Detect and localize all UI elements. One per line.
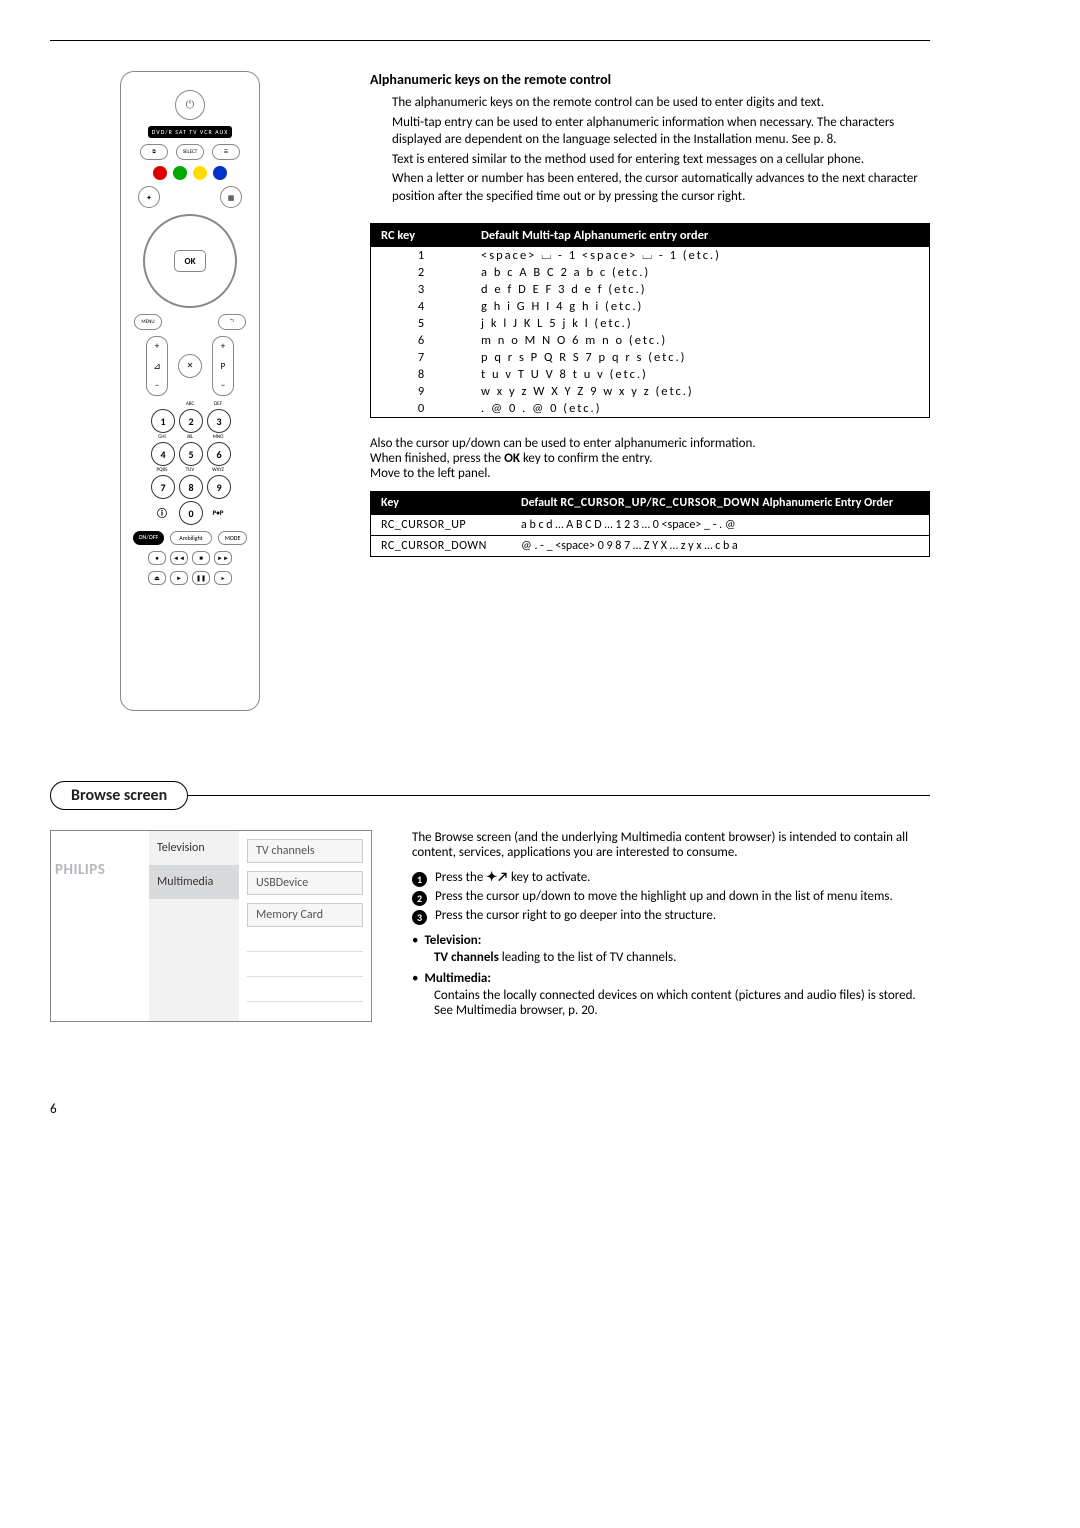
onoff-button: ON/OFF: [133, 531, 165, 545]
fwd-icon: ►►: [214, 551, 232, 565]
mid-p2: When finished, press the OK key to confi…: [370, 451, 930, 466]
red-key: [153, 166, 167, 180]
browse-intro: The Browse screen (and the underlying Mu…: [412, 830, 930, 860]
eject-icon: ⏏: [148, 571, 166, 585]
yellow-key: [193, 166, 207, 180]
mid-p3: Move to the left panel.: [370, 466, 930, 481]
mode-button: MODE: [218, 531, 248, 545]
browse-step-1: 1 Press the ✦↗ key to activate.: [412, 870, 930, 887]
nav-wheel: OK: [143, 214, 237, 308]
info-button: ⓘ: [151, 501, 173, 523]
page-number: 6: [50, 1102, 930, 1117]
key-6: 6: [207, 442, 231, 466]
blue-key: [213, 166, 227, 180]
browse-bullet-tv: •Television:: [412, 933, 930, 948]
step-num-1: 1: [412, 872, 427, 887]
philips-logo: PHILIPS: [55, 861, 105, 879]
pip-button: P•P: [207, 501, 229, 523]
alpha-p4: When a letter or number has been entered…: [392, 170, 930, 205]
browse-mm-body: Contains the locally connected devices o…: [434, 988, 930, 1018]
menu-button: MENU: [134, 314, 162, 330]
rc-row: 3d e f D E F 3 d e f (etc.): [371, 281, 930, 298]
cursor-row: RC_CURSOR_UPa b c d … A B C D … 1 2 3 … …: [371, 515, 930, 536]
ok-button: OK: [174, 250, 206, 272]
mute-icon: ✕: [178, 354, 202, 378]
select-button: SELECT: [176, 144, 204, 160]
alpha-p3: Text is entered similar to the method us…: [392, 151, 930, 169]
browse-heading: Browse screen: [50, 781, 188, 810]
ambilight-button: Ambilight: [170, 531, 211, 545]
rc-head-key: RC key: [371, 224, 472, 248]
exit-button: ⮌: [218, 314, 246, 330]
cursor-table: Key Default RC_CURSOR_UP/RC_CURSOR_DOWN …: [370, 491, 930, 557]
key-2: 2: [179, 409, 203, 433]
step-num-2: 2: [412, 891, 427, 906]
rc-multitap-table: RC key Default Multi-tap Alphanumeric en…: [370, 223, 930, 418]
key-7: 7: [151, 475, 175, 499]
browse-step-2: 2 Press the cursor up/down to move the h…: [412, 889, 930, 906]
rc-row: 2a b c A B C 2 a b c (etc.): [371, 264, 930, 281]
rc-row: 5j k l J K L 5 j k l (etc.): [371, 315, 930, 332]
program-rocker: +P−: [212, 336, 234, 396]
record-icon: ●: [148, 551, 166, 565]
browse-left-television: Television: [149, 831, 239, 865]
rc-row: 1<space> ⌴ - 1 <space> ⌴ - 1 (etc.): [371, 247, 930, 264]
step-num-3: 3: [412, 910, 427, 925]
pause-icon: ❚❚: [192, 571, 210, 585]
teletext-button: ☰: [212, 144, 240, 160]
alpha-section-title: Alphanumeric keys on the remote control: [370, 71, 930, 88]
key-5: 5: [179, 442, 203, 466]
rewind-icon: ◄◄: [170, 551, 188, 565]
rc-row: 6m n o M N O 6 m n o (etc.): [371, 332, 930, 349]
browse-screen-diagram: PHILIPS Television Multimedia TV channel…: [50, 830, 372, 1022]
key-3: 3: [207, 409, 231, 433]
rc-row: 9w x y z W X Y Z 9 w x y z (etc.): [371, 383, 930, 400]
stop-icon: ■: [192, 551, 210, 565]
guide-icon: ▦: [220, 186, 242, 208]
cursor-row: RC_CURSOR_DOWN@ . - _ <space> 0 9 8 7 … …: [371, 536, 930, 557]
rc-row: 7p q r s P Q R S 7 p q r s (etc.): [371, 349, 930, 366]
remote-control-diagram: ⏻ DVD/R SAT TV VCR AUX ⧉ SELECT ☰ ✦ ▦: [120, 71, 260, 711]
volume-rocker: +⊿−: [146, 336, 168, 396]
browse-tv-body: TV channels leading to the list of TV ch…: [434, 950, 930, 965]
key-8: 8: [179, 475, 203, 499]
power-icon: ⏻: [175, 90, 205, 120]
rc-head-order: Default Multi-tap Alphanumeric entry ord…: [471, 224, 930, 248]
rc-row: 4g h i G H I 4 g h i (etc.): [371, 298, 930, 315]
browse-right-usbdevice: USBDevice: [247, 871, 363, 895]
browse-right-memorycard: Memory Card: [247, 903, 363, 927]
cursor-head-order: Default RC_CURSOR_UP/RC_CURSOR_DOWN Alph…: [511, 492, 930, 515]
rc-row: 8t u v T U V 8 t u v (etc.): [371, 366, 930, 383]
browse-right-tvchannels: TV channels: [247, 839, 363, 863]
browse-step-3: 3 Press the cursor right to go deeper in…: [412, 908, 930, 925]
key-9: 9: [207, 475, 231, 499]
alpha-p2: Multi-tap entry can be used to enter alp…: [392, 114, 930, 149]
source-button: ⧉: [140, 144, 168, 160]
mid-p1: Also the cursor up/down can be used to e…: [370, 436, 930, 451]
key-4: 4: [151, 442, 175, 466]
browse-key-icon: ✦↗: [486, 870, 508, 885]
play-icon: ►: [170, 571, 188, 585]
next-icon: ▸: [214, 571, 232, 585]
alpha-p1: The alphanumeric keys on the remote cont…: [392, 94, 930, 112]
rc-row: 0. @ 0 . @ 0 (etc.): [371, 400, 930, 418]
cursor-head-key: Key: [371, 492, 512, 515]
browse-left-multimedia: Multimedia: [149, 865, 239, 899]
mode-bar: DVD/R SAT TV VCR AUX: [148, 126, 233, 138]
browse-icon: ✦: [138, 186, 160, 208]
green-key: [173, 166, 187, 180]
key-0: 0: [179, 501, 203, 525]
browse-bullet-mm: •Multimedia:: [412, 971, 930, 986]
key-1: 1: [151, 409, 175, 433]
